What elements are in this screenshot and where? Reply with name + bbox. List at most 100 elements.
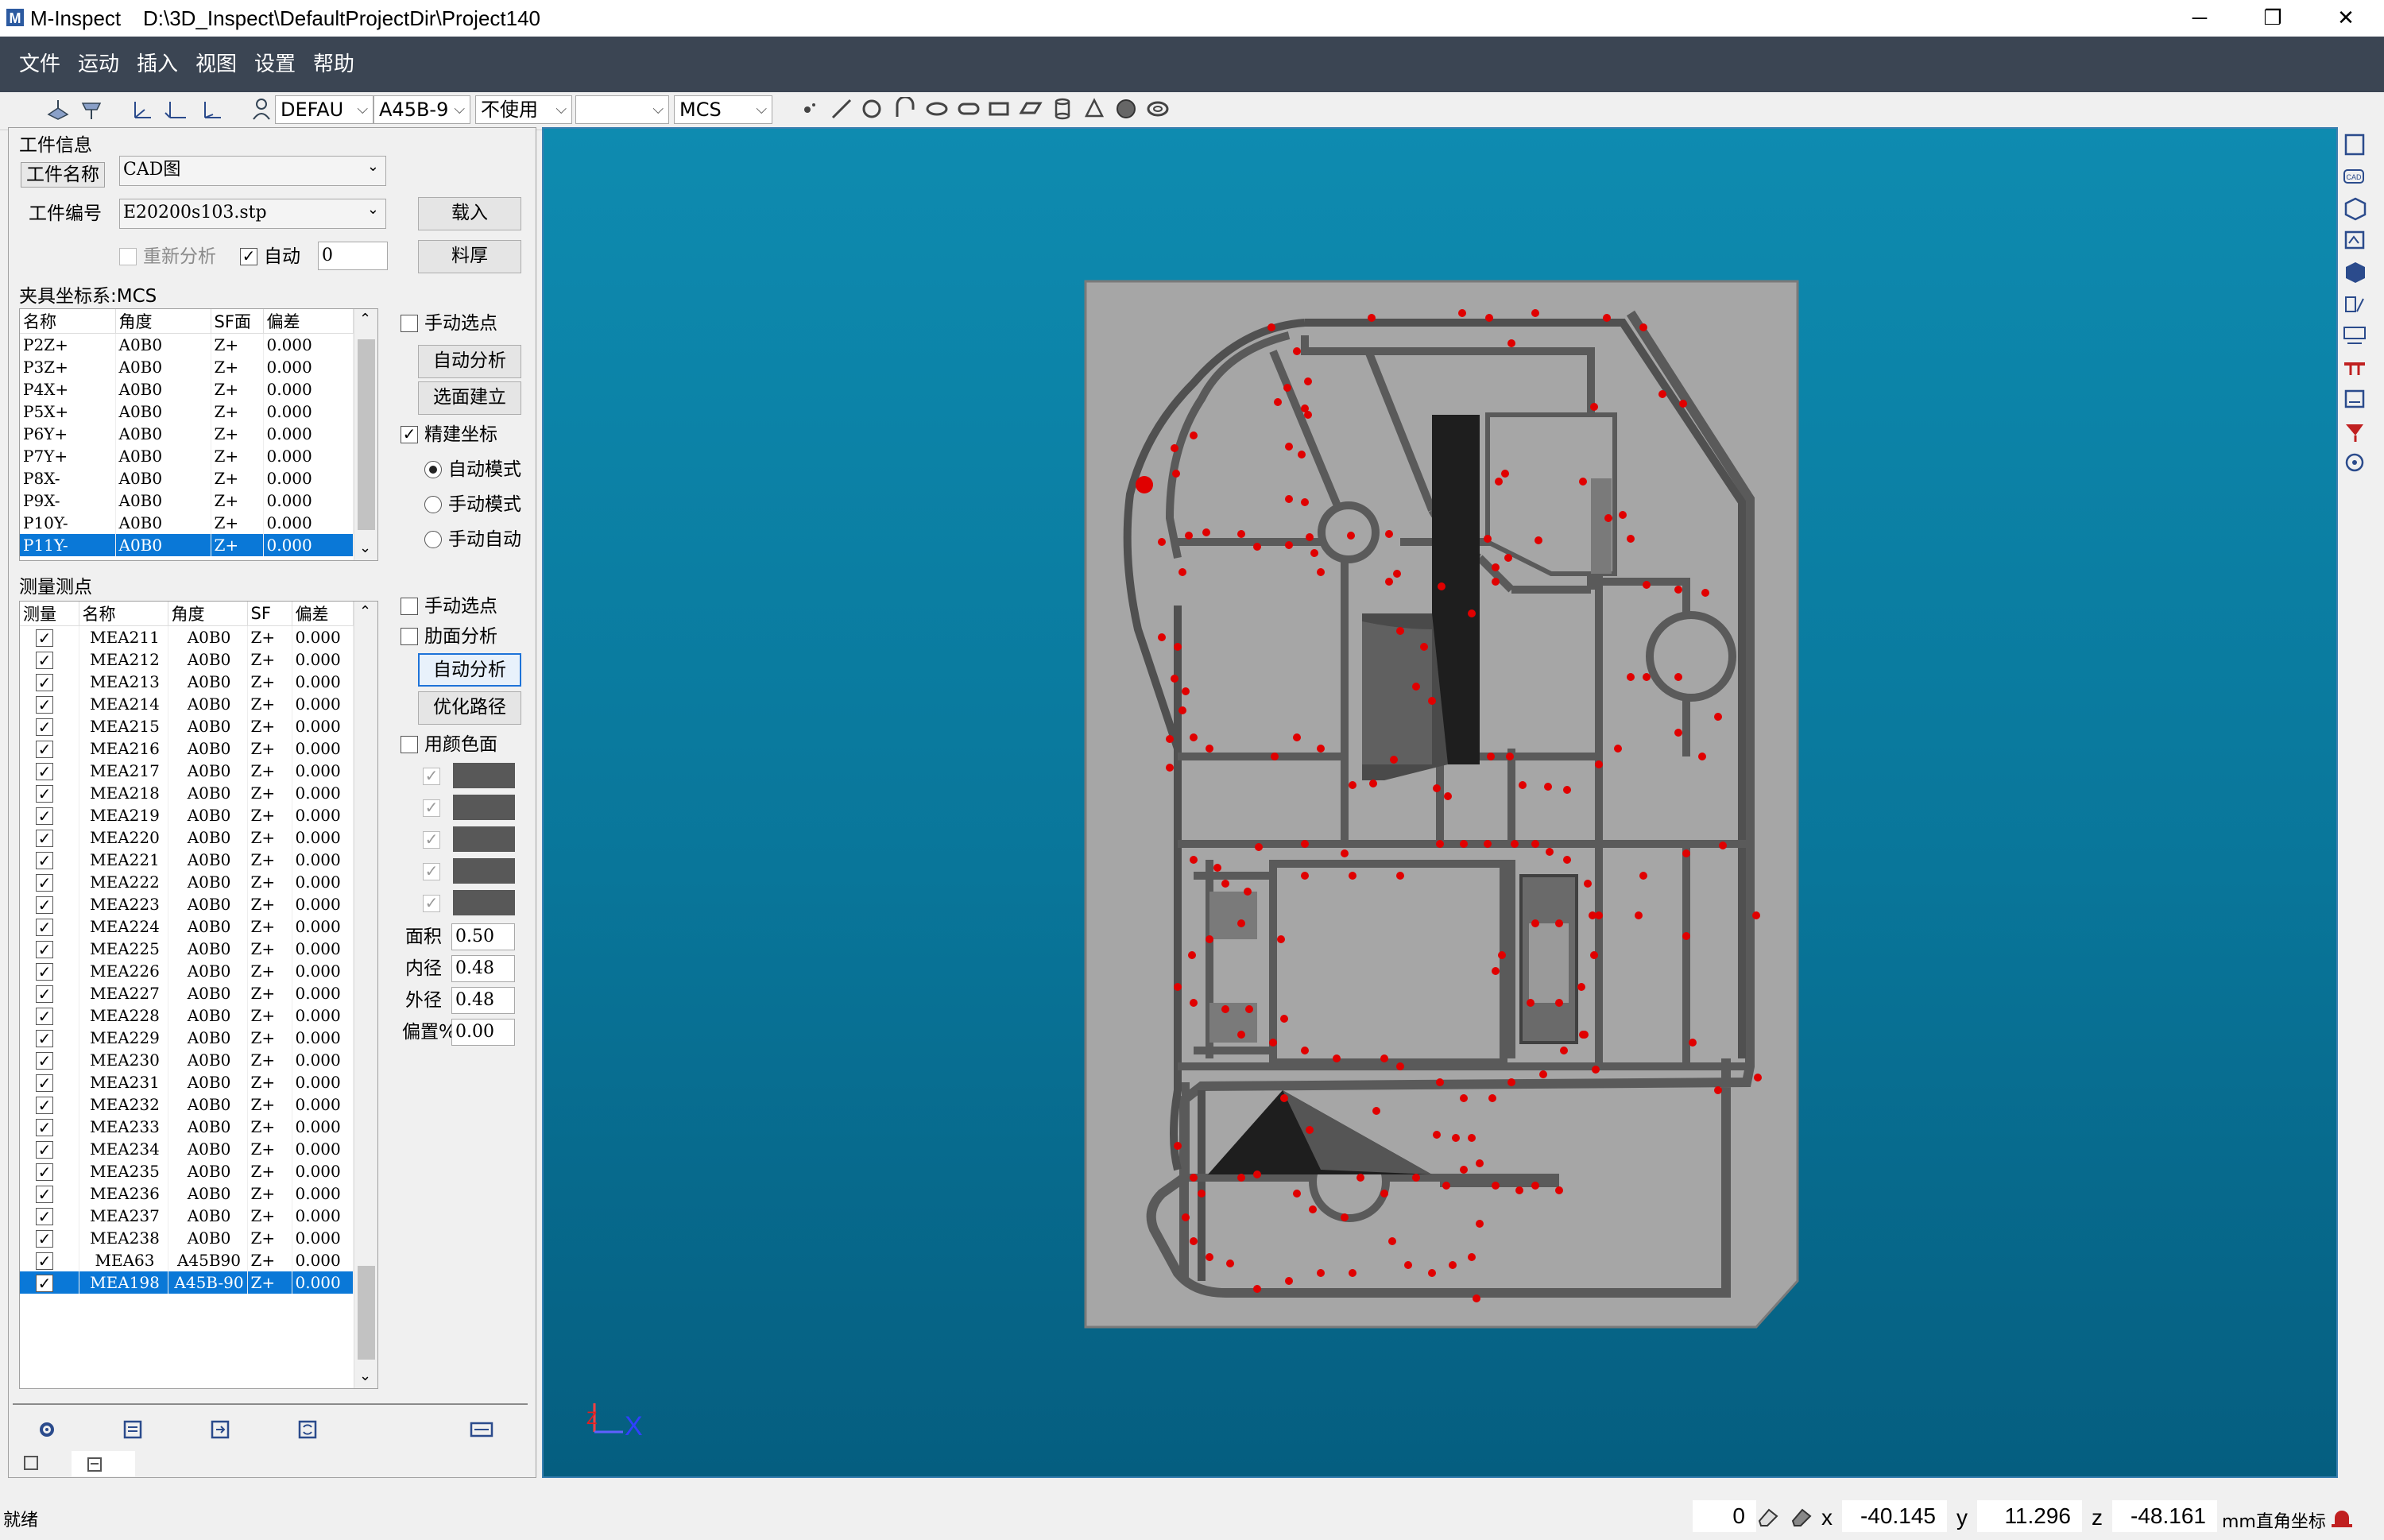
view-iso-icon[interactable] bbox=[2341, 195, 2370, 221]
measurement-point[interactable] bbox=[1603, 314, 1611, 322]
measurement-point[interactable] bbox=[1531, 919, 1539, 927]
measurement-point[interactable] bbox=[1206, 745, 1213, 753]
measurement-point[interactable] bbox=[1701, 589, 1709, 597]
measurement-point[interactable] bbox=[1492, 1182, 1500, 1190]
measurement-point[interactable] bbox=[1283, 384, 1291, 392]
plane-icon[interactable] bbox=[1019, 97, 1043, 121]
measurement-point[interactable] bbox=[1679, 400, 1687, 408]
fixture-col-angle[interactable]: 角度 bbox=[115, 309, 211, 334]
measure-row[interactable]: ✓ MEA237 A0B0 Z+ 0.000 bbox=[20, 1204, 354, 1227]
color-4-checkbox[interactable]: ✓ bbox=[423, 863, 440, 880]
measurement-point[interactable] bbox=[1539, 1070, 1547, 1078]
measurement-point[interactable] bbox=[1473, 1294, 1480, 1302]
cad-model[interactable] bbox=[544, 129, 2336, 1476]
3d-viewport[interactable]: Z X bbox=[542, 127, 2338, 1478]
probe-combo[interactable]: DEFAU ⌵ bbox=[275, 95, 373, 124]
fixture-row[interactable]: P5X+ A0B0 Z+ 0.000 bbox=[20, 400, 354, 423]
measure-row[interactable]: ✓ MEA198 A45B-90 Z+ 0.000 bbox=[20, 1271, 354, 1294]
coord-combo[interactable]: MCS ⌵ bbox=[674, 95, 772, 124]
restore-button[interactable]: ❐ bbox=[2236, 0, 2309, 37]
measurement-point[interactable] bbox=[1174, 983, 1182, 991]
thickness-button[interactable]: 料厚 bbox=[418, 240, 521, 273]
measurement-point[interactable] bbox=[1158, 538, 1166, 546]
fixture-auto-analyze-button[interactable]: 自动分析 bbox=[418, 345, 521, 378]
measurement-point[interactable] bbox=[1495, 478, 1503, 486]
measurement-point[interactable] bbox=[1285, 1277, 1293, 1285]
measurement-point[interactable] bbox=[1643, 581, 1651, 589]
measurement-point[interactable] bbox=[1484, 535, 1492, 543]
measurement-point[interactable] bbox=[1531, 309, 1539, 317]
measurement-point[interactable] bbox=[1396, 627, 1404, 635]
section-icon[interactable] bbox=[2341, 323, 2370, 348]
cad-icon[interactable]: CAD bbox=[2341, 164, 2370, 189]
fixture-row[interactable]: P9X- A0B0 Z+ 0.000 bbox=[20, 489, 354, 512]
measurement-point[interactable] bbox=[1485, 314, 1493, 322]
measurement-point[interactable] bbox=[1349, 781, 1356, 789]
line-icon[interactable] bbox=[830, 97, 853, 121]
measure-row[interactable]: ✓ MEA216 A0B0 Z+ 0.000 bbox=[20, 737, 354, 760]
measurement-point[interactable] bbox=[1438, 582, 1445, 590]
measure-row[interactable]: ✓ MEA236 A0B0 Z+ 0.000 bbox=[20, 1182, 354, 1205]
measurement-point[interactable] bbox=[1555, 919, 1563, 927]
cylinder-icon[interactable] bbox=[1051, 97, 1074, 121]
measurement-point[interactable] bbox=[1604, 514, 1612, 522]
offset-input[interactable]: 0.00 bbox=[451, 1019, 515, 1046]
measurement-point[interactable] bbox=[1253, 1285, 1261, 1293]
fixture-row[interactable]: P4X+ A0B0 Z+ 0.000 bbox=[20, 377, 354, 400]
measurement-point[interactable] bbox=[1590, 403, 1598, 411]
measure-row-checkbox[interactable]: ✓ bbox=[36, 985, 53, 1003]
fixture-col-name[interactable]: 名称 bbox=[20, 309, 116, 334]
color-2-swatch[interactable] bbox=[453, 795, 515, 820]
measurement-point[interactable] bbox=[1507, 339, 1515, 347]
menu-insert[interactable]: 插入 bbox=[137, 51, 178, 78]
measure-row-checkbox[interactable]: ✓ bbox=[36, 1163, 53, 1181]
measurement-point[interactable] bbox=[1643, 673, 1651, 681]
tab-tree-icon[interactable] bbox=[22, 1454, 40, 1472]
measurement-point[interactable] bbox=[1506, 753, 1514, 760]
workpiece-number-combo[interactable]: E20200s103.stp ⌄ bbox=[119, 199, 386, 229]
measure-row-checkbox[interactable]: ✓ bbox=[36, 674, 53, 691]
measurement-point[interactable] bbox=[1563, 856, 1571, 864]
measurement-point[interactable] bbox=[1504, 554, 1512, 562]
auto-checkbox[interactable]: ✓ bbox=[240, 248, 257, 265]
angle-combo[interactable]: A45B-9 ⌵ bbox=[373, 95, 470, 124]
measure-row-checkbox[interactable]: ✓ bbox=[36, 1186, 53, 1203]
measurement-point[interactable] bbox=[1555, 999, 1563, 1007]
measurement-point[interactable] bbox=[1519, 781, 1527, 789]
measurement-point[interactable] bbox=[1277, 935, 1285, 943]
measurement-point[interactable] bbox=[1198, 1190, 1206, 1198]
axis-align-icon[interactable] bbox=[199, 97, 223, 121]
measurement-point[interactable] bbox=[1754, 1074, 1762, 1081]
measure-row-checkbox[interactable]: ✓ bbox=[36, 830, 53, 847]
torus-icon[interactable] bbox=[1146, 97, 1170, 121]
menu-settings[interactable]: 设置 bbox=[254, 51, 296, 78]
measurement-point[interactable] bbox=[1436, 1078, 1444, 1086]
use-color-checkbox[interactable] bbox=[401, 736, 418, 753]
measure-row[interactable]: ✓ MEA218 A0B0 Z+ 0.000 bbox=[20, 781, 354, 804]
view-fit-icon[interactable] bbox=[2341, 132, 2370, 157]
measurement-point[interactable] bbox=[1444, 792, 1452, 800]
measurement-point[interactable] bbox=[1182, 1213, 1190, 1221]
sphere-icon[interactable] bbox=[1114, 97, 1138, 121]
measurement-point[interactable] bbox=[1420, 643, 1428, 651]
measurement-point[interactable] bbox=[1202, 528, 1210, 536]
measure-scroll-thumb[interactable] bbox=[358, 1266, 375, 1360]
measure-row-checkbox[interactable]: ✓ bbox=[36, 963, 53, 981]
measure-row-checkbox[interactable]: ✓ bbox=[36, 741, 53, 758]
measure-row-checkbox[interactable]: ✓ bbox=[36, 1230, 53, 1248]
measurement-point[interactable] bbox=[1385, 530, 1393, 538]
measure-row[interactable]: ✓ MEA225 A0B0 Z+ 0.000 bbox=[20, 937, 354, 960]
measurement-point[interactable] bbox=[1682, 932, 1690, 940]
measure-row[interactable]: ✓ MEA220 A0B0 Z+ 0.000 bbox=[20, 826, 354, 849]
workplane-icon[interactable] bbox=[46, 97, 70, 121]
measurement-point[interactable] bbox=[1171, 444, 1178, 452]
view-front-icon[interactable] bbox=[2341, 227, 2370, 253]
measure-row-checkbox[interactable]: ✓ bbox=[36, 874, 53, 892]
measure-col-name[interactable]: 名称 bbox=[79, 602, 168, 626]
measurement-point[interactable] bbox=[1253, 1170, 1261, 1178]
measurement-point[interactable] bbox=[1404, 1261, 1412, 1269]
measurement-point[interactable] bbox=[1527, 999, 1535, 1007]
measurement-point[interactable] bbox=[1309, 1205, 1317, 1213]
measure-row[interactable]: ✓ MEA229 A0B0 Z+ 0.000 bbox=[20, 1026, 354, 1049]
measure-row-checkbox[interactable]: ✓ bbox=[36, 1275, 53, 1292]
